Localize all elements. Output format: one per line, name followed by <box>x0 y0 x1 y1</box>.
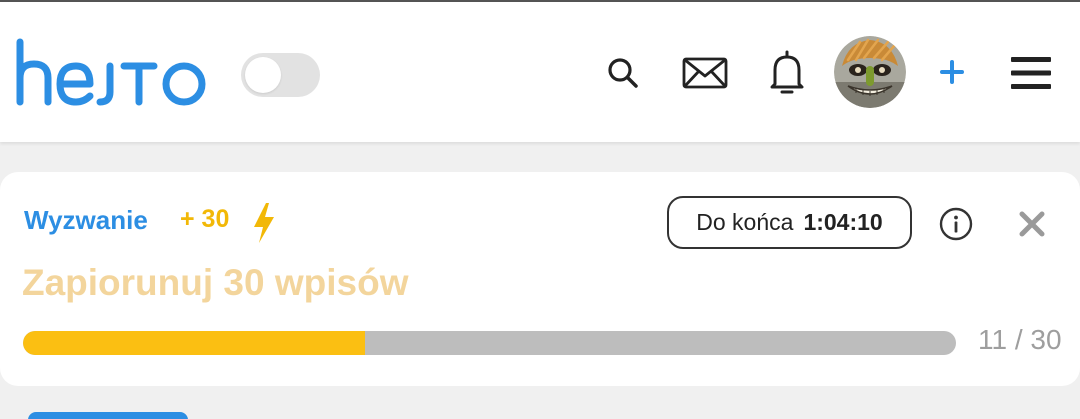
avatar[interactable] <box>834 36 906 108</box>
plus-icon[interactable] <box>930 50 974 94</box>
search-icon[interactable] <box>600 50 646 96</box>
progress-count: 11 / 30 <box>978 324 1062 355</box>
challenge-points: + 30 <box>180 205 230 233</box>
theme-toggle[interactable] <box>241 53 320 97</box>
timer-value: 1:04:10 <box>803 209 883 235</box>
close-icon[interactable] <box>1012 204 1052 244</box>
mail-icon[interactable] <box>680 50 730 96</box>
challenge-title: Zapiorunuj 30 wpisów <box>22 262 409 303</box>
timer-label: Do końca <box>696 209 794 235</box>
next-section-tab <box>28 412 188 419</box>
bell-icon[interactable] <box>764 46 810 98</box>
info-icon[interactable] <box>936 204 976 244</box>
progress-fill <box>23 331 366 355</box>
challenge-label: Wyzwanie <box>24 205 148 235</box>
menu-icon[interactable] <box>1006 50 1056 96</box>
bolt-icon <box>254 203 274 243</box>
toggle-knob <box>245 57 281 93</box>
progress-bar <box>23 331 956 355</box>
countdown-timer: Do końca 1:04:10 <box>667 196 912 249</box>
top-header <box>0 2 1080 142</box>
hejto-logo[interactable] <box>14 38 214 106</box>
